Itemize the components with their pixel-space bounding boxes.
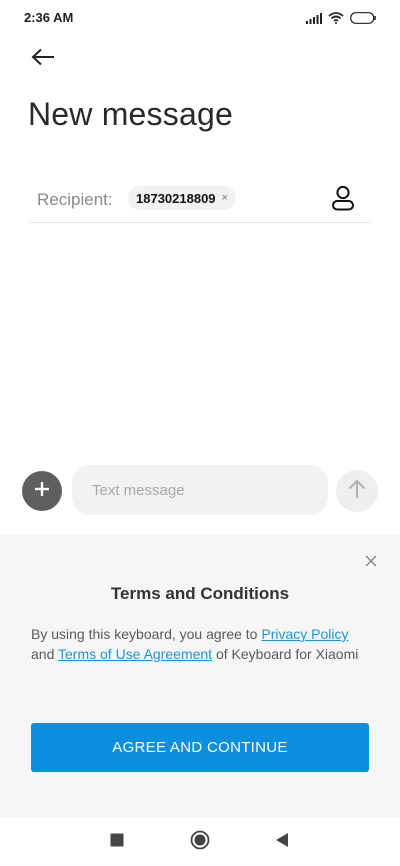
arrow-left-icon xyxy=(31,48,55,71)
chip-remove-icon[interactable]: × xyxy=(222,192,228,204)
plus-icon xyxy=(33,480,51,503)
send-button[interactable] xyxy=(336,470,378,512)
contact-picker-button[interactable] xyxy=(330,185,356,216)
square-icon xyxy=(110,833,124,852)
terms-title: Terms and Conditions xyxy=(110,584,290,603)
wifi-icon xyxy=(328,11,344,29)
attach-button[interactable] xyxy=(22,471,62,511)
recipient-chip[interactable]: 18730218809 × xyxy=(128,186,236,210)
circle-icon xyxy=(190,830,210,855)
triangle-back-icon xyxy=(275,832,289,853)
message-input[interactable] xyxy=(72,465,328,515)
status-time: 2:36 AM xyxy=(24,10,74,25)
terms-body-prefix: By using this keyboard, you agree to xyxy=(31,626,262,642)
agree-continue-button[interactable]: AGREE AND CONTINUE xyxy=(31,723,369,772)
status-bar: 2:36 AM xyxy=(0,0,400,36)
person-icon xyxy=(331,185,355,216)
terms-of-use-link[interactable]: Terms of Use Agreement xyxy=(58,646,212,662)
terms-body-suffix: of Keyboard for Xiaomi xyxy=(212,646,359,662)
arrow-up-icon xyxy=(347,478,367,505)
terms-close-button[interactable] xyxy=(362,554,380,572)
terms-body-and: and xyxy=(31,646,58,662)
system-nav-bar xyxy=(0,818,400,866)
close-icon xyxy=(365,554,377,572)
recipient-field[interactable]: Recipient: 18730218809 × xyxy=(30,178,370,223)
recipient-chip-number: 18730218809 xyxy=(136,190,216,206)
status-icons xyxy=(306,11,376,29)
terms-panel: Terms and Conditions By using this keybo… xyxy=(0,534,400,818)
home-button[interactable] xyxy=(188,830,212,854)
signal-icon xyxy=(306,11,322,29)
privacy-policy-link[interactable]: Privacy Policy xyxy=(261,626,348,642)
recipient-label: Recipient: xyxy=(37,190,113,209)
battery-icon xyxy=(350,11,376,29)
back-button[interactable] xyxy=(26,44,60,74)
page-title: New message xyxy=(28,96,233,132)
terms-body: By using this keyboard, you agree to Pri… xyxy=(31,624,371,664)
recents-button[interactable] xyxy=(105,830,129,854)
compose-row xyxy=(0,463,400,519)
back-nav-button[interactable] xyxy=(270,830,294,854)
